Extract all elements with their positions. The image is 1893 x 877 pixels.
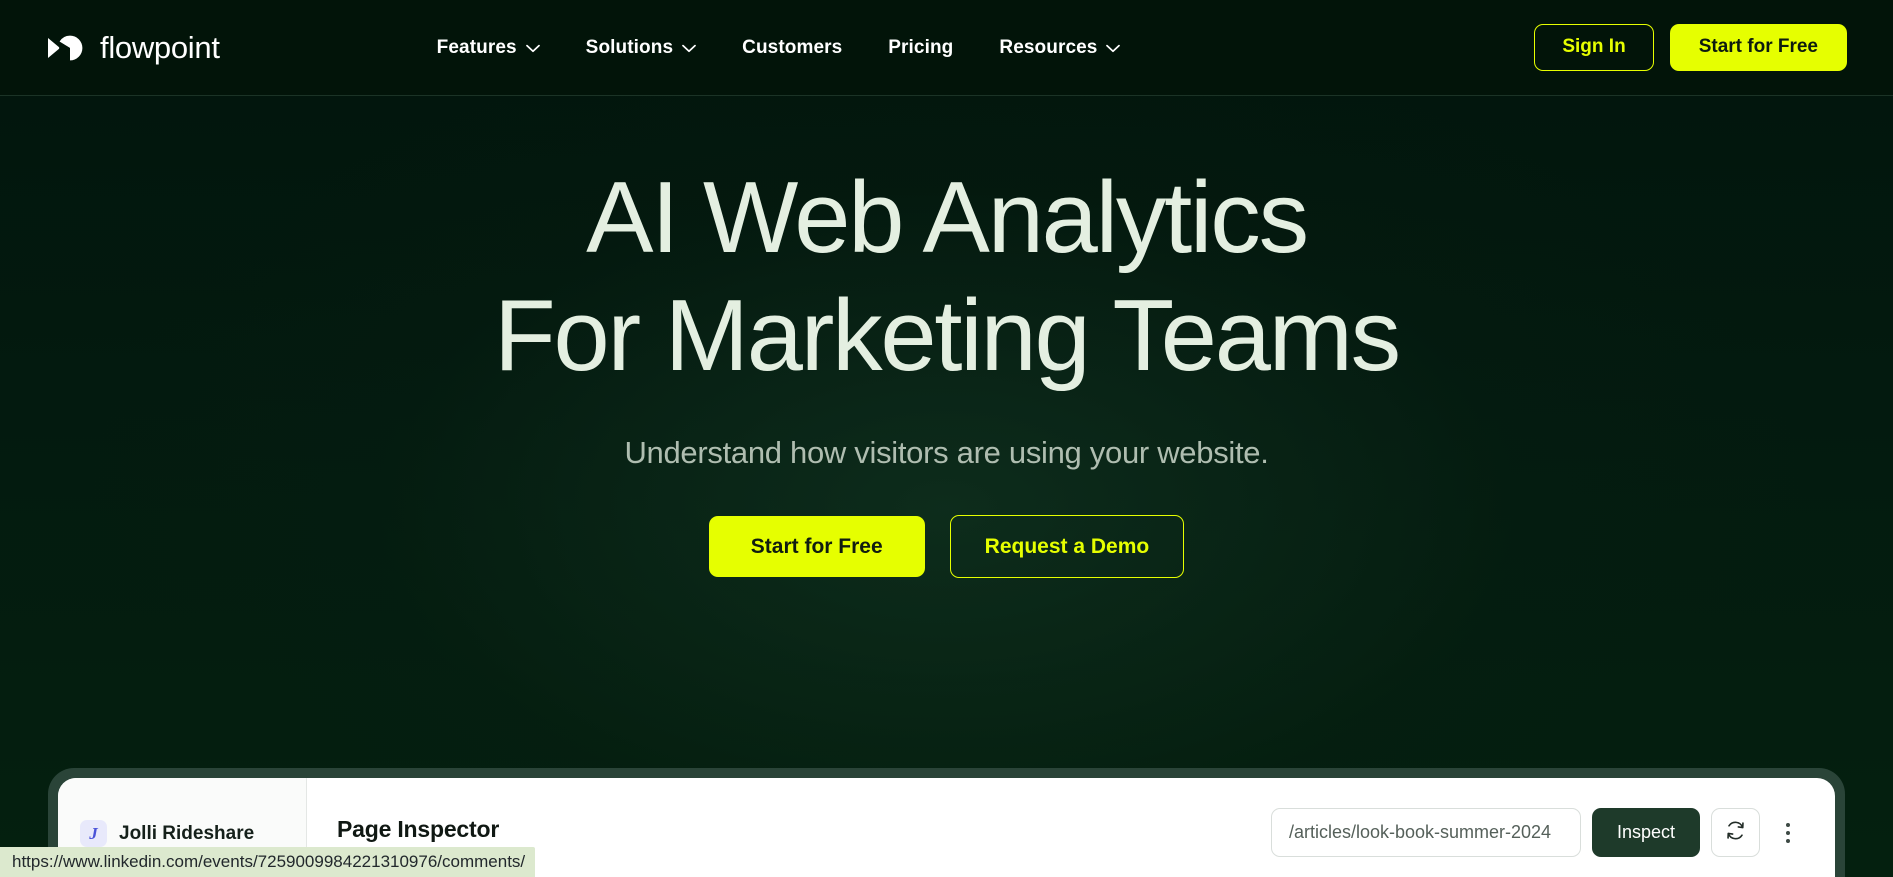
hero-heading-line-1: AI Web Analytics — [586, 162, 1309, 274]
browser-status-bar: https://www.linkedin.com/events/72590099… — [0, 847, 536, 877]
hero-subheading: Understand how visitors are using your w… — [624, 435, 1269, 471]
sidebar-site-name: Jolli Rideshare — [119, 822, 255, 844]
refresh-button[interactable] — [1711, 808, 1760, 857]
hero-heading-line-2: For Marketing Teams — [494, 280, 1401, 393]
jolli-logo-icon: J — [80, 820, 107, 847]
panel-title: Page Inspector — [337, 816, 500, 842]
chevron-down-icon — [682, 42, 696, 53]
nav-item-customers[interactable]: Customers — [742, 37, 842, 59]
chevron-down-icon — [1106, 42, 1121, 53]
nav-item-features[interactable]: Features — [437, 37, 540, 59]
page-path-input[interactable] — [1270, 808, 1581, 857]
top-navigation-bar: flowpoint Features Solutions Customers P… — [0, 0, 1893, 96]
panel-toolbar: Inspect — [1270, 808, 1805, 857]
inspect-button[interactable]: Inspect — [1591, 808, 1700, 857]
chevron-down-icon — [525, 42, 540, 53]
nav-item-pricing[interactable]: Pricing — [888, 37, 953, 59]
hero-request-demo-button[interactable]: Request a Demo — [949, 515, 1185, 579]
refresh-icon — [1725, 820, 1746, 846]
nav-item-label: Solutions — [585, 36, 674, 58]
nav-item-solutions[interactable]: Solutions — [586, 37, 696, 59]
nav-actions: Sign In Start for Free — [1534, 24, 1847, 71]
brand-logo[interactable]: flowpoint — [46, 32, 220, 63]
dashboard-main-panel: Page Inspector Inspect — [307, 778, 1835, 877]
brand-name: flowpoint — [100, 30, 220, 65]
hero-cta-group: Start for Free Request a Demo — [0, 515, 1893, 579]
nav-item-resources[interactable]: Resources — [999, 36, 1121, 59]
vertical-dots-icon — [1786, 838, 1790, 843]
page-title: AI Web Analytics For Marketing Teams — [0, 159, 1893, 395]
sign-in-button[interactable]: Sign In — [1534, 24, 1654, 71]
sidebar-item-site-selector[interactable]: J Jolli Rideshare — [80, 820, 284, 847]
vertical-dots-icon — [1786, 830, 1790, 835]
nav-item-label: Features — [436, 36, 517, 58]
start-for-free-button-nav[interactable]: Start for Free — [1669, 24, 1847, 71]
nav-item-label: Pricing — [888, 36, 954, 58]
nav-item-label: Customers — [742, 36, 843, 58]
hero-section: AI Web Analytics For Marketing Teams Und… — [0, 96, 1893, 579]
flowpoint-play-mark-icon — [46, 35, 86, 61]
more-options-button[interactable] — [1771, 808, 1805, 857]
page-root: flowpoint Features Solutions Customers P… — [0, 0, 1893, 877]
vertical-dots-icon — [1786, 822, 1790, 827]
nav-links: Features Solutions Customers Pricing Res… — [437, 37, 1121, 59]
hero-start-for-free-button[interactable]: Start for Free — [708, 516, 925, 578]
nav-item-label: Resources — [999, 36, 1098, 58]
